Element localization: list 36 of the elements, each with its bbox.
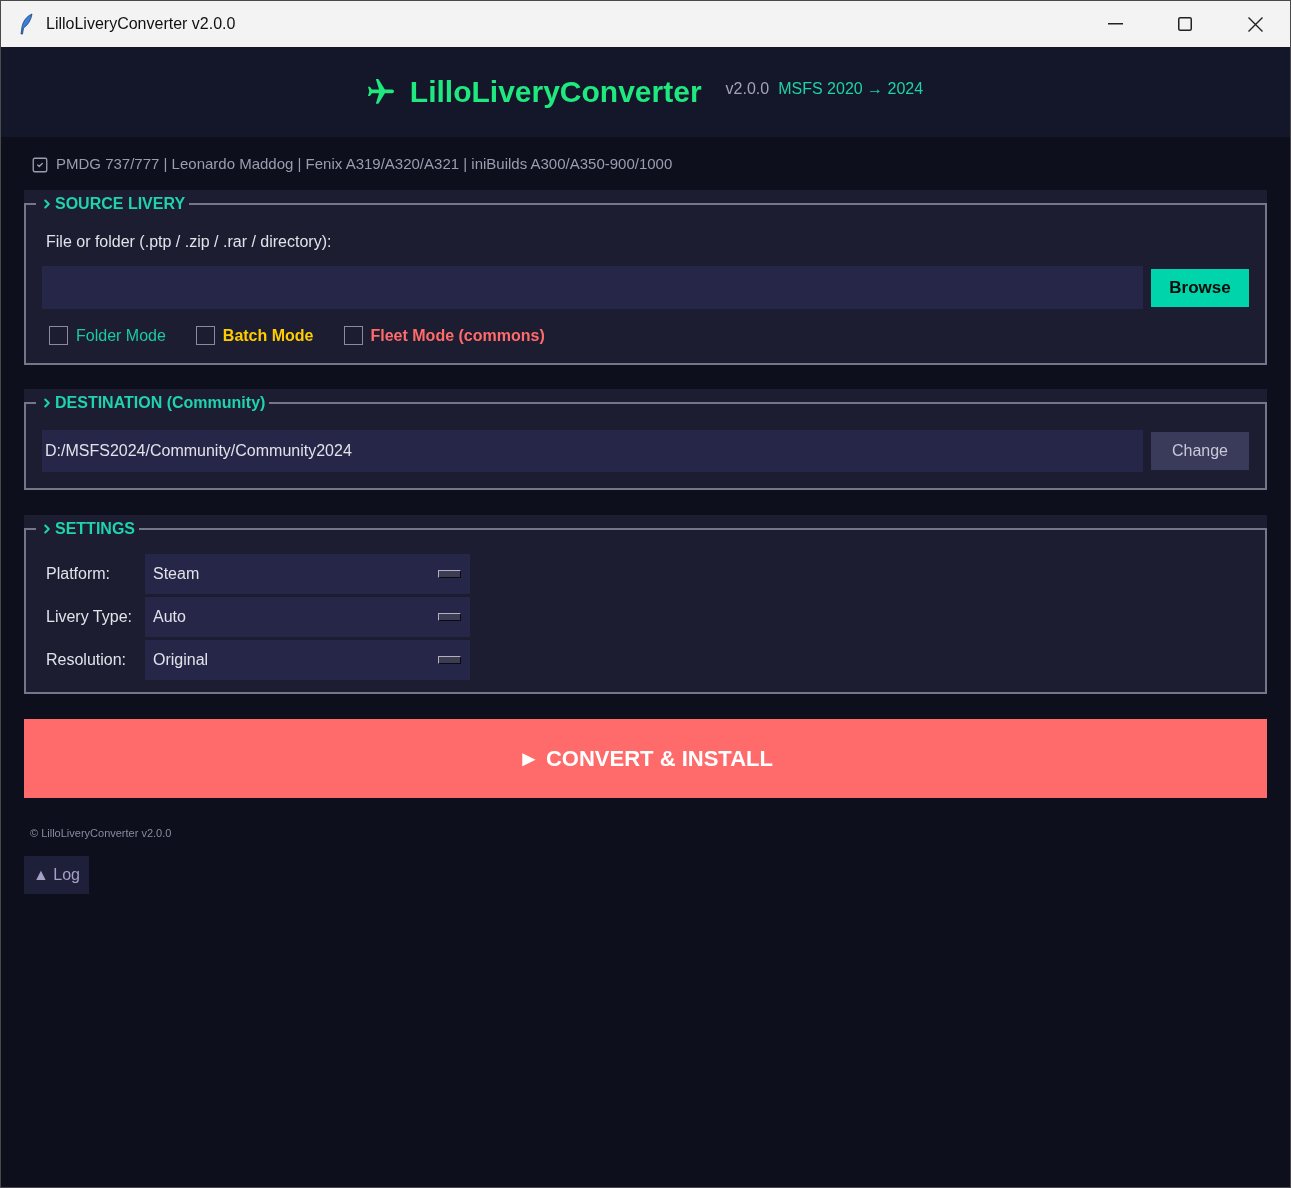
dropdown-indicator-icon xyxy=(438,613,461,621)
checked-box-icon xyxy=(31,155,49,174)
close-icon xyxy=(1247,16,1263,32)
subtitle-label: MSFS 2020 → 2024 xyxy=(778,79,924,99)
checkbox-label[interactable]: Folder Mode xyxy=(76,323,166,348)
section-heading: SETTINGS xyxy=(55,519,135,539)
section-heading: SOURCE LIVERY xyxy=(55,194,186,214)
window-title: LilloLiveryConverter v2.0.0 xyxy=(46,14,236,34)
checkbox[interactable] xyxy=(343,326,363,345)
field-label: Resolution: xyxy=(46,650,127,670)
field-label: Platform: xyxy=(46,564,110,584)
path-field[interactable]: D:/MSFS2024/Community/Community2024 xyxy=(42,430,1143,472)
maximize-icon xyxy=(1178,17,1192,31)
airplane-icon xyxy=(367,79,394,105)
log-toggle-button[interactable]: ▲ Log xyxy=(24,856,89,894)
version-label: v2.0.0 xyxy=(725,79,770,99)
input-field[interactable] xyxy=(42,266,1143,309)
dropdown[interactable]: Steam xyxy=(145,554,470,594)
checkbox-label[interactable]: Batch Mode xyxy=(222,323,314,348)
checkbox-label[interactable]: Fleet Mode (commons) xyxy=(370,323,545,348)
dropdown-indicator-icon xyxy=(438,656,461,664)
change-button[interactable]: Change xyxy=(1151,432,1249,470)
dropdown-indicator-icon xyxy=(438,570,461,578)
supported-aircraft-text: PMDG 737/777 | Leonardo Maddog | Fenix A319/A320/A321 | iniBuilds A300/A350-900/1000 xyxy=(56,154,673,175)
app-title: LilloLiveryConverter xyxy=(409,74,702,110)
dropdown[interactable]: Original xyxy=(145,640,470,680)
browse-button[interactable]: Browse xyxy=(1151,268,1249,307)
minimize-icon xyxy=(1107,23,1123,25)
field-label: File or folder (.ptp / .zip / .rar / directory): xyxy=(46,232,332,252)
checkbox[interactable] xyxy=(195,326,215,345)
dropdown[interactable]: Auto xyxy=(145,597,470,637)
checkbox[interactable] xyxy=(49,326,68,345)
field-label: Livery Type: xyxy=(46,607,132,627)
copyright-text: © LilloLiveryConverter v2.0.0 xyxy=(30,826,172,840)
feather-icon xyxy=(18,13,34,35)
section-heading: DESTINATION (Community) xyxy=(55,393,266,413)
